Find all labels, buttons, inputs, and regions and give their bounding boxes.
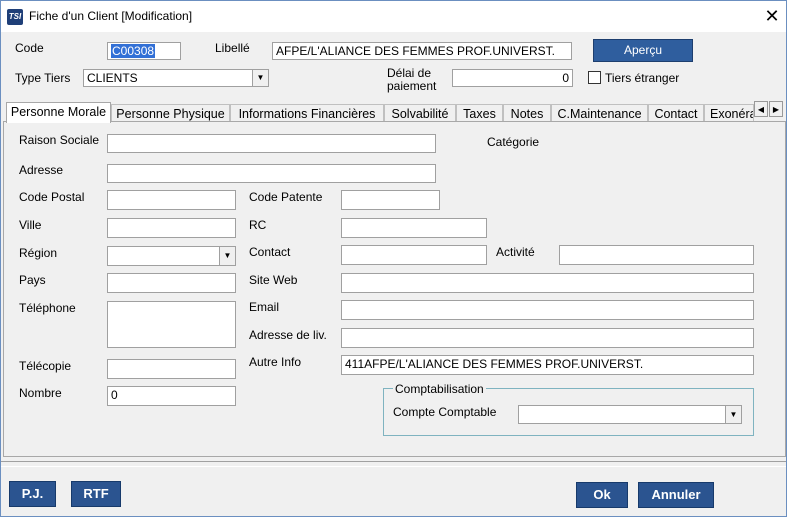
libelle-label: Libellé [215,41,250,55]
adresse-liv-input[interactable] [341,328,754,348]
ok-button[interactable]: Ok [576,482,628,508]
code-label: Code [15,41,44,55]
nombre-label: Nombre [19,386,62,400]
raison-sociale-input[interactable] [107,134,436,153]
comptabilisation-title: Comptabilisation [393,382,486,396]
app-logo-icon: TSI [7,9,23,25]
tab-taxes[interactable]: Taxes [456,104,503,122]
code-input[interactable]: C00308 [107,42,181,60]
tab-scroll-right-icon[interactable]: ▶ [769,101,783,117]
nombre-input[interactable]: 0 [107,386,236,406]
site-web-input[interactable] [341,273,754,293]
region-select[interactable]: ▼ [107,246,236,266]
rc-input[interactable] [341,218,487,238]
pj-button[interactable]: P.J. [9,481,56,507]
tab-scroll-left-icon[interactable]: ◀ [754,101,768,117]
email-input[interactable] [341,300,754,320]
rtf-button[interactable]: RTF [71,481,121,507]
type-tiers-select[interactable]: CLIENTS ▼ [83,69,269,87]
categorie-label: Catégorie [487,135,540,149]
pays-input[interactable] [107,273,236,293]
compte-comptable-select[interactable]: ▼ [518,405,742,424]
region-label: Région [19,246,58,260]
apercu-button[interactable]: Aperçu [593,39,693,62]
tab-contact[interactable]: Contact [648,104,704,122]
delai-label: Délai de paiement [387,67,436,93]
code-patente-input[interactable] [341,190,440,210]
tab-solvabilite[interactable]: Solvabilité [384,104,456,122]
tab-informations-financieres[interactable]: Informations Financières [230,104,384,122]
tab-personne-morale[interactable]: Personne Morale [6,102,111,123]
contact-label: Contact [249,245,291,259]
ville-label: Ville [19,218,42,232]
rc-label: RC [249,218,267,232]
telecopie-input[interactable] [107,359,236,379]
ville-input[interactable] [107,218,236,238]
tab-strip: Personne Morale Personne Physique Inform… [3,102,786,123]
footer-separator [1,461,786,467]
email-label: Email [249,300,280,314]
activite-input[interactable] [559,245,754,265]
adresse-label: Adresse [19,163,64,177]
autre-info-input[interactable]: 411AFPE/L'ALIANCE DES FEMMES PROF.UNIVER… [341,355,754,375]
chevron-down-icon[interactable]: ▼ [219,247,235,265]
code-postal-label: Code Postal [19,190,85,204]
code-postal-input[interactable] [107,190,236,210]
client-window: TSI Fiche d'un Client [Modification] ✕ C… [0,0,787,517]
title-bar: TSI Fiche d'un Client [Modification] ✕ [1,1,786,32]
tab-notes[interactable]: Notes [503,104,551,122]
telephone-input[interactable] [107,301,236,348]
chevron-down-icon[interactable]: ▼ [252,70,268,86]
autre-info-label: Autre Info [249,355,302,369]
site-web-label: Site Web [249,273,298,287]
tab-personne-physique[interactable]: Personne Physique [111,104,230,122]
window-title: Fiche d'un Client [Modification] [29,9,193,23]
tiers-etranger-label: Tiers étranger [605,71,680,85]
telecopie-label: Télécopie [19,359,72,373]
compte-comptable-label: Compte Comptable [393,405,497,419]
tab-c-maintenance[interactable]: C.Maintenance [551,104,648,122]
adresse-input[interactable] [107,164,436,183]
raison-sociale-label: Raison Sociale [19,133,100,147]
annuler-button[interactable]: Annuler [638,482,714,508]
libelle-input[interactable]: AFPE/L'ALIANCE DES FEMMES PROF.UNIVERST. [272,42,572,60]
contact-input[interactable] [341,245,487,265]
delai-label-line2: paiement [387,79,437,93]
tab-exoneration[interactable]: Exonéra [704,104,754,122]
code-patente-label: Code Patente [249,190,323,204]
type-tiers-value: CLIENTS [87,71,138,85]
pays-label: Pays [19,273,46,287]
type-tiers-label: Type Tiers [15,71,71,85]
close-icon[interactable]: ✕ [761,5,783,27]
chevron-down-icon[interactable]: ▼ [725,406,741,423]
activite-label: Activité [496,245,535,259]
code-value: C00308 [111,44,156,58]
tiers-etranger-checkbox[interactable] [588,71,601,84]
delai-input[interactable]: 0 [452,69,573,87]
adresse-liv-label: Adresse de liv. [249,328,327,342]
telephone-label: Téléphone [19,301,76,315]
